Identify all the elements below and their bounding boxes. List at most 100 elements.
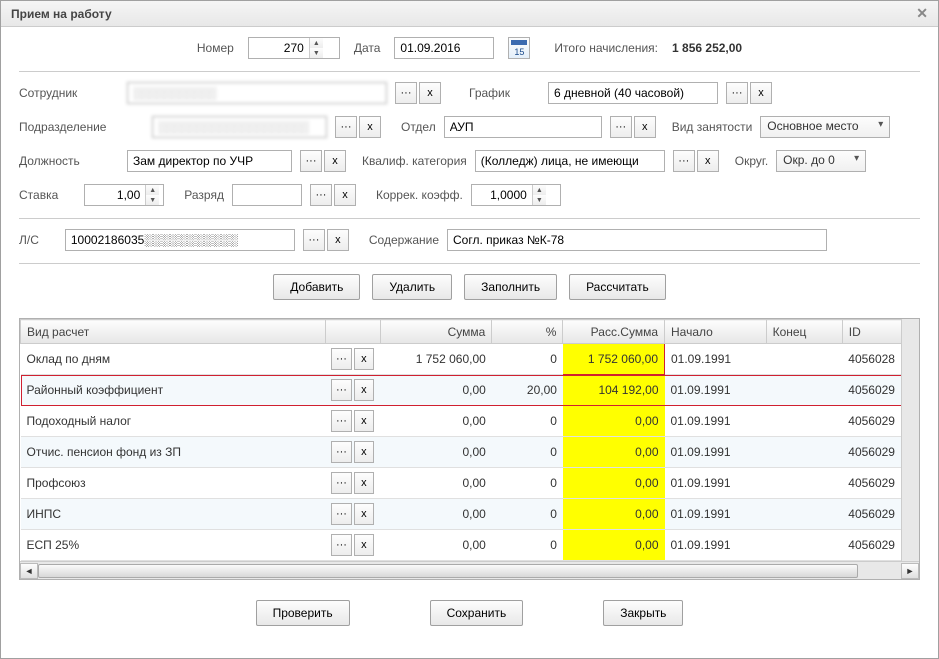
- schedule-input[interactable]: [548, 82, 718, 104]
- calc-table: Вид расчет Сумма % Расс.Сумма Начало Кон…: [19, 318, 920, 580]
- coeff-input[interactable]: [472, 185, 532, 205]
- row-clear-button[interactable]: x: [354, 379, 374, 401]
- content-label: Содержание: [369, 233, 439, 247]
- col-actions: [325, 320, 380, 344]
- rate-label: Ставка: [19, 188, 58, 202]
- row-lookup-button[interactable]: ···: [331, 348, 351, 370]
- spin-down-icon[interactable]: ▼: [533, 195, 546, 205]
- row-lookup-button[interactable]: ···: [331, 410, 351, 432]
- fill-button[interactable]: Заполнить: [464, 274, 557, 300]
- date-input[interactable]: [394, 37, 494, 59]
- row-clear-button[interactable]: x: [354, 441, 374, 463]
- emptype-select[interactable]: Основное место: [760, 116, 890, 138]
- spin-up-icon[interactable]: ▲: [310, 38, 323, 48]
- row-clear-button[interactable]: x: [354, 503, 374, 525]
- rate-input[interactable]: [85, 185, 145, 205]
- save-button[interactable]: Сохранить: [430, 600, 524, 626]
- row-calc: 0,00: [563, 530, 665, 561]
- grade-lookup-button[interactable]: ···: [310, 184, 332, 206]
- qualcat-label: Квалиф. категория: [362, 154, 467, 168]
- row-clear-button[interactable]: x: [354, 534, 374, 556]
- scroll-thumb[interactable]: [38, 564, 858, 578]
- row-clear-button[interactable]: x: [354, 472, 374, 494]
- row-lookup-button[interactable]: ···: [331, 534, 351, 556]
- dept-clear-button[interactable]: x: [359, 116, 381, 138]
- scroll-right-icon[interactable]: ►: [901, 563, 919, 579]
- section-label: Отдел: [401, 120, 436, 134]
- table-row[interactable]: Отчис. пенсион фонд из ЗП···x0,0000,0001…: [21, 437, 919, 468]
- row-start: 01.09.1991: [665, 375, 767, 406]
- schedule-lookup-button[interactable]: ···: [726, 82, 748, 104]
- account-input[interactable]: [65, 229, 295, 251]
- dept-label: Подразделение: [19, 120, 119, 134]
- total-label: Итого начисления:: [554, 41, 658, 55]
- row-name: Отчис. пенсион фонд из ЗП: [21, 437, 326, 468]
- qualcat-input[interactable]: [475, 150, 665, 172]
- table-row[interactable]: ЕСП 25%···x0,0000,0001.09.19914056029: [21, 530, 919, 561]
- schedule-clear-button[interactable]: x: [750, 82, 772, 104]
- account-clear-button[interactable]: x: [327, 229, 349, 251]
- employee-clear-button[interactable]: x: [419, 82, 441, 104]
- qualcat-lookup-button[interactable]: ···: [673, 150, 695, 172]
- grade-input[interactable]: [232, 184, 302, 206]
- rate-spinner[interactable]: ▲▼: [84, 184, 164, 206]
- round-select[interactable]: Окр. до 0: [776, 150, 866, 172]
- row-lookup-button[interactable]: ···: [331, 472, 351, 494]
- close-button[interactable]: Закрыть: [603, 600, 683, 626]
- check-button[interactable]: Проверить: [256, 600, 350, 626]
- number-spinner[interactable]: ▲▼: [248, 37, 340, 59]
- employee-input[interactable]: [127, 82, 387, 104]
- col-sum[interactable]: Сумма: [380, 320, 492, 344]
- row-calc: 0,00: [563, 406, 665, 437]
- position-clear-button[interactable]: x: [324, 150, 346, 172]
- row-sum: 1 752 060,00: [380, 344, 492, 375]
- spin-up-icon[interactable]: ▲: [533, 185, 546, 195]
- row-sum: 0,00: [380, 468, 492, 499]
- spin-down-icon[interactable]: ▼: [146, 195, 159, 205]
- row-end: [766, 468, 842, 499]
- account-lookup-button[interactable]: ···: [303, 229, 325, 251]
- position-input[interactable]: [127, 150, 292, 172]
- row-lookup-button[interactable]: ···: [331, 379, 351, 401]
- horizontal-scrollbar[interactable]: ◄ ►: [20, 561, 919, 579]
- window-title: Прием на работу: [11, 7, 112, 21]
- row-lookup-button[interactable]: ···: [331, 503, 351, 525]
- dept-lookup-button[interactable]: ···: [335, 116, 357, 138]
- content-input[interactable]: [447, 229, 827, 251]
- table-row[interactable]: Профсоюз···x0,0000,0001.09.19914056029: [21, 468, 919, 499]
- number-input[interactable]: [249, 38, 309, 58]
- table-row[interactable]: ИНПС···x0,0000,0001.09.19914056029: [21, 499, 919, 530]
- table-row[interactable]: Районный коэффициент···x0,0020,00104 192…: [21, 375, 919, 406]
- position-lookup-button[interactable]: ···: [300, 150, 322, 172]
- coeff-spinner[interactable]: ▲▼: [471, 184, 561, 206]
- row-start: 01.09.1991: [665, 468, 767, 499]
- vertical-scrollbar[interactable]: [901, 319, 919, 561]
- row-clear-button[interactable]: x: [354, 348, 374, 370]
- add-button[interactable]: Добавить: [273, 274, 360, 300]
- qualcat-clear-button[interactable]: x: [697, 150, 719, 172]
- table-row[interactable]: Оклад по дням···x1 752 060,0001 752 060,…: [21, 344, 919, 375]
- scroll-left-icon[interactable]: ◄: [20, 563, 38, 579]
- col-type[interactable]: Вид расчет: [21, 320, 326, 344]
- dept-input[interactable]: [152, 116, 327, 138]
- employee-lookup-button[interactable]: ···: [395, 82, 417, 104]
- calc-button[interactable]: Рассчитать: [569, 274, 666, 300]
- grade-clear-button[interactable]: x: [334, 184, 356, 206]
- row-clear-button[interactable]: x: [354, 410, 374, 432]
- row-pct: 20,00: [492, 375, 563, 406]
- row-end: [766, 437, 842, 468]
- table-row[interactable]: Подоходный налог···x0,0000,0001.09.19914…: [21, 406, 919, 437]
- row-lookup-button[interactable]: ···: [331, 441, 351, 463]
- section-clear-button[interactable]: x: [634, 116, 656, 138]
- section-lookup-button[interactable]: ···: [610, 116, 632, 138]
- section-input[interactable]: [444, 116, 602, 138]
- col-start[interactable]: Начало: [665, 320, 767, 344]
- spin-up-icon[interactable]: ▲: [146, 185, 159, 195]
- spin-down-icon[interactable]: ▼: [310, 48, 323, 58]
- close-icon[interactable]: ✕: [916, 5, 928, 22]
- calendar-icon[interactable]: [508, 37, 530, 59]
- col-end[interactable]: Конец: [766, 320, 842, 344]
- delete-button[interactable]: Удалить: [372, 274, 452, 300]
- col-calc[interactable]: Расс.Сумма: [563, 320, 665, 344]
- col-pct[interactable]: %: [492, 320, 563, 344]
